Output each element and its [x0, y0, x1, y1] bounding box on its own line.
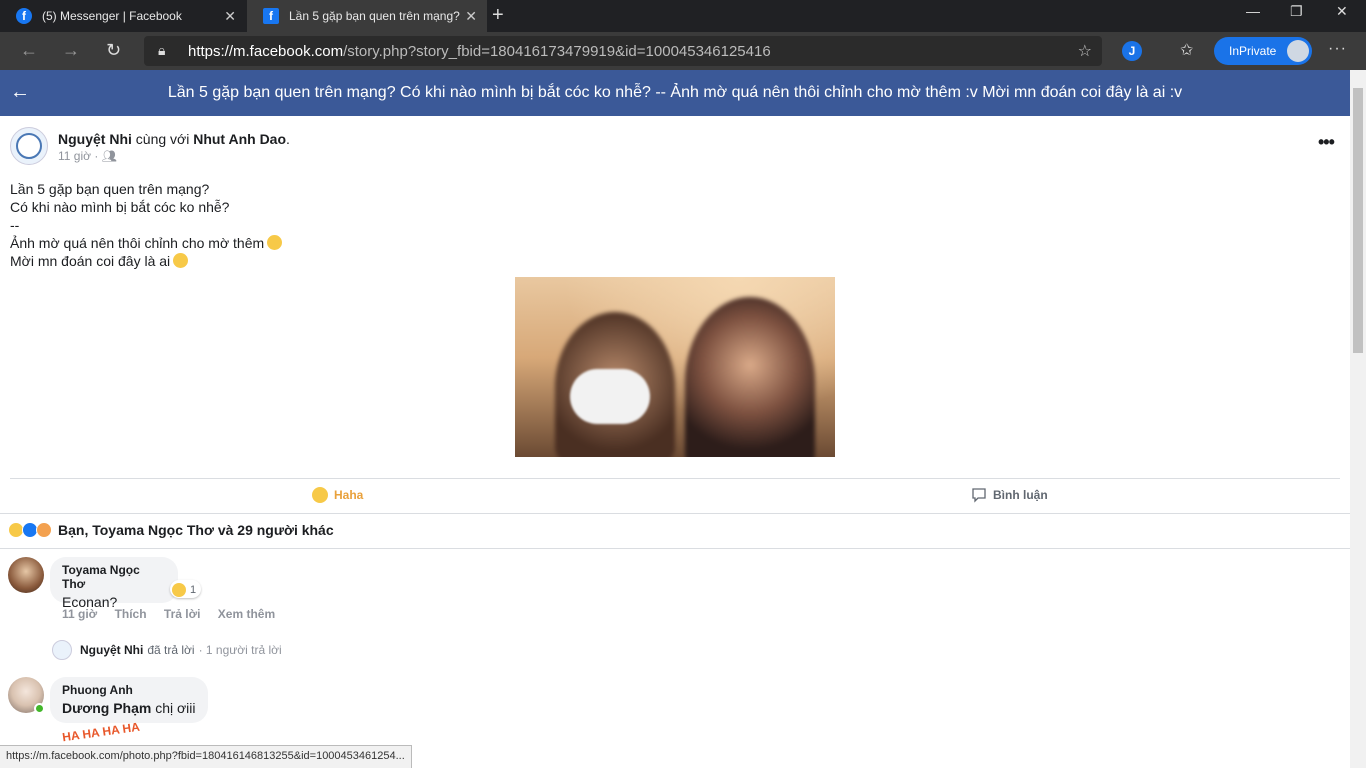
comment-reaction-count[interactable]: 1 [170, 580, 202, 598]
tagged-name[interactable]: Nhut Anh Dao [193, 131, 286, 147]
comment-text: chị ơiii [155, 700, 196, 716]
facebook-icon: f [16, 8, 32, 24]
reaction-count: 1 [190, 583, 197, 596]
post-text: Lần 5 gặp bạn quen trên mạng? Có khi nào… [10, 180, 283, 270]
mention-link[interactable]: Dương Phạm [62, 700, 151, 716]
more-icon[interactable]: ··· [1328, 40, 1347, 58]
comment-label: Bình luận [993, 488, 1048, 502]
comment-button[interactable]: Bình luận [971, 487, 1048, 503]
profile-avatar [1287, 40, 1309, 62]
comment-bubble-icon [972, 488, 986, 503]
comment-bubble: Phuong Anh Dương Phạm chị ơiii [50, 677, 208, 723]
reply-summary[interactable]: Nguyệt Nhi đã trả lời · 1 người trả lời [52, 640, 282, 660]
post-photo[interactable] [515, 277, 835, 457]
status-bar-url: https://m.facebook.com/photo.php?fbid=18… [0, 745, 412, 768]
forward-icon[interactable]: → [62, 40, 80, 61]
divider [10, 478, 1340, 479]
comment-time: 11 giờ [62, 607, 98, 621]
commenter-name[interactable]: Phuong Anh [62, 683, 196, 697]
haha-button[interactable]: Haha [312, 487, 363, 503]
page-header: ← Lần 5 gặp bạn quen trên mạng? Có khi n… [0, 70, 1350, 116]
comment-actions: 11 giờ Thích Trả lời Xem thêm [62, 607, 289, 621]
reply-action: đã trả lời [147, 643, 195, 657]
restore-icon[interactable]: ❐ [1290, 3, 1303, 20]
scrollbar[interactable] [1350, 70, 1366, 768]
close-icon[interactable]: ✕ [224, 8, 236, 25]
reactions-summary[interactable]: Bạn, Toyama Ngọc Thơ và 29 người khác [8, 522, 334, 538]
online-status-dot [34, 703, 45, 714]
tab-story[interactable]: f Lần 5 gặp bạn quen trên mạng? ✕ [247, 0, 487, 32]
reply-author-avatar [52, 640, 72, 660]
with-text: cùng với [135, 131, 190, 147]
inprivate-badge[interactable]: InPrivate [1214, 37, 1312, 65]
refresh-icon[interactable]: ↻ [106, 40, 121, 61]
url-field[interactable]: 🔒︎ https://m.facebook.com/story.php?stor… [144, 36, 1102, 66]
commenter-avatar[interactable] [8, 557, 44, 593]
tab-bar: f (5) Messenger | Facebook ✕ f Lần 5 gặp… [0, 0, 1366, 32]
author-name[interactable]: Nguyệt Nhi [58, 131, 132, 147]
url-host: https://m.facebook.com [188, 43, 344, 60]
friends-audience-icon: 👥︎ [101, 149, 117, 163]
comment-bubble: Toyama Ngọc Thơ Econan? [50, 557, 178, 610]
author-avatar[interactable] [10, 127, 48, 165]
pacman-emoji-icon [267, 235, 283, 250]
haha-emoji-icon [172, 582, 186, 597]
post-line: Mời mn đoán coi đây là ai [10, 253, 171, 269]
address-bar-row: ← → ↻ 🔒︎ https://m.facebook.com/story.ph… [0, 32, 1366, 70]
like-link[interactable]: Thích [115, 607, 147, 621]
scrollbar-thumb[interactable] [1353, 88, 1363, 353]
facebook-icon: f [263, 8, 279, 24]
page-title: Lần 5 gặp bạn quen trên mạng? Có khi nào… [167, 84, 1183, 101]
see-more-link[interactable]: Xem thêm [218, 607, 275, 621]
inprivate-label: InPrivate [1229, 44, 1277, 58]
divider [0, 513, 1350, 514]
tab-label: (5) Messenger | Facebook [42, 9, 182, 23]
back-arrow-icon[interactable]: ← [10, 81, 30, 104]
post-time[interactable]: 11 giờ · [58, 149, 98, 163]
haha-emoji-icon [312, 487, 328, 503]
reply-link[interactable]: Trả lời [164, 607, 201, 621]
pacman-emoji-icon [173, 253, 189, 268]
extension-icon[interactable]: J [1122, 41, 1142, 61]
url-path: /story.php?story_fbid=180416173479919&id… [343, 43, 771, 60]
lock-icon: 🔒︎ [158, 42, 166, 58]
tab-messenger[interactable]: f (5) Messenger | Facebook ✕ [0, 0, 246, 32]
reply-author: Nguyệt Nhi [80, 643, 144, 657]
post-line: -- [10, 217, 20, 233]
haha-sticker: HA HA HA HA [61, 719, 141, 745]
haha-label: Haha [334, 488, 364, 502]
commenter-name[interactable]: Toyama Ngọc Thơ [62, 563, 166, 591]
back-icon[interactable]: ← [20, 40, 38, 61]
window-close-icon[interactable]: ✕ [1336, 3, 1348, 20]
post-line: Có khi nào mình bị bắt cóc ko nhễ? [10, 199, 230, 215]
favorites-icon[interactable]: ✩ [1180, 40, 1193, 60]
reply-count: · 1 người trả lời [198, 643, 282, 657]
minimize-icon[interactable]: — [1246, 3, 1260, 19]
close-icon[interactable]: ✕ [465, 8, 477, 25]
care-reaction-icon [36, 522, 52, 538]
tab-label: Lần 5 gặp bạn quen trên mạng? [289, 9, 460, 23]
post-options-icon[interactable]: ••• [1318, 132, 1335, 153]
post-line: Lần 5 gặp bạn quen trên mạng? [10, 181, 210, 197]
divider [0, 548, 1350, 549]
new-tab-icon[interactable]: + [492, 4, 504, 27]
favorite-star-icon[interactable]: ☆ [1078, 41, 1092, 61]
post-time-line: 11 giờ · 👥︎ [58, 149, 117, 163]
post-author-line: Nguyệt Nhi cùng với Nhut Anh Dao. [58, 131, 290, 147]
reactions-text: Bạn, Toyama Ngọc Thơ và 29 người khác [58, 522, 334, 538]
post-line: Ảnh mờ quá nên thôi chỉnh cho mờ thêm [10, 235, 265, 251]
